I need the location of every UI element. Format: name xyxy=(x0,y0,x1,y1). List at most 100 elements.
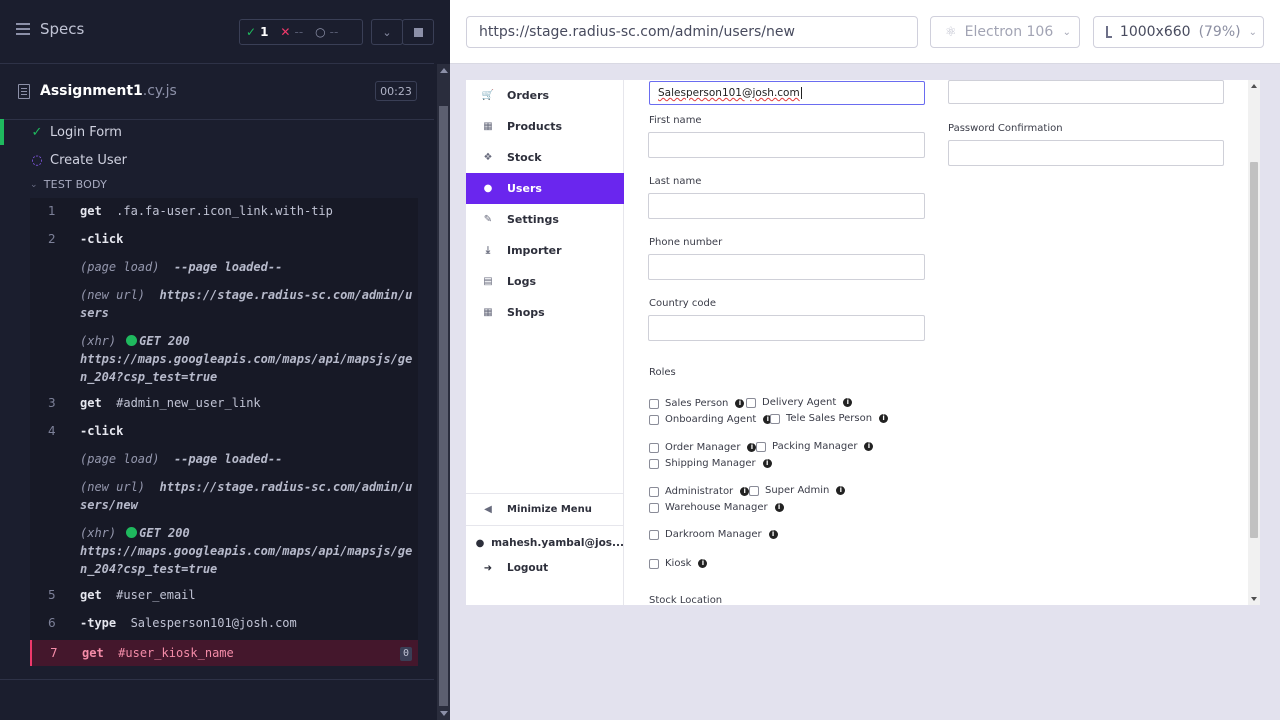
spec-file-name[interactable]: Assignment1.cy.js xyxy=(18,83,177,99)
minimize-menu-button[interactable]: ◀ Minimize Menu xyxy=(466,494,624,526)
role-checkbox-administrator[interactable]: Administrator i xyxy=(649,486,750,497)
info-icon: i xyxy=(768,530,778,539)
viewport-info[interactable]: 1000x660 (79%) ⌄ xyxy=(1093,16,1264,48)
command-row[interactable]: 4 -click xyxy=(30,422,418,442)
stop-icon xyxy=(413,27,423,37)
command-row-event[interactable]: (page load) --page loaded-- xyxy=(30,258,418,278)
user-icon: ● xyxy=(475,537,485,549)
sidebar-item-settings[interactable]: ✎ Settings xyxy=(466,204,624,235)
collapse-button[interactable]: ⌄ xyxy=(371,19,403,45)
url-bar[interactable]: https://stage.radius-sc.com/admin/users/… xyxy=(466,16,918,48)
sidebar-item-products[interactable]: ▦ Products xyxy=(466,111,624,142)
role-checkbox-super-admin[interactable]: Super Admin i xyxy=(749,485,846,496)
role-checkbox-packing-manager[interactable]: Packing Manager i xyxy=(756,441,874,452)
password-confirmation-label: Password Confirmation xyxy=(948,123,1063,134)
checkbox[interactable] xyxy=(746,397,756,408)
wrench-icon: ✎ xyxy=(483,214,493,225)
chevron-down-icon: ⌄ xyxy=(1248,26,1257,38)
command-row[interactable]: 3 get #admin_new_user_link xyxy=(30,394,418,414)
info-icon: i xyxy=(774,503,784,512)
info-icon: i xyxy=(864,442,874,451)
sidebar-item-shops[interactable]: ▦ Shops xyxy=(466,297,624,328)
grid-icon: ▦ xyxy=(483,121,493,132)
role-checkbox-sales-person[interactable]: Sales Person i xyxy=(649,398,745,409)
command-row[interactable]: 5 get #user_email xyxy=(30,586,418,606)
checkbox[interactable] xyxy=(649,502,659,513)
runner-header: Specs ✓ 1 ✕ -- ○ -- ⌄ xyxy=(0,0,434,64)
info-icon: i xyxy=(879,414,889,423)
role-checkbox-shipping-manager[interactable]: Shipping Manager i xyxy=(649,458,772,469)
command-row-event[interactable]: (new url) https://stage.radius-sc.com/ad… xyxy=(30,286,418,324)
checkbox[interactable] xyxy=(649,458,659,469)
logout-link[interactable]: ➜ Logout xyxy=(466,560,624,576)
new-user-form: Salesperson101@josh.com First name Passw… xyxy=(624,80,1244,605)
test-create-user[interactable]: ◌ Create User xyxy=(0,147,434,173)
first-name-field[interactable] xyxy=(648,132,925,158)
sidebar-item-stock[interactable]: ❖ Stock xyxy=(466,142,624,173)
info-icon: i xyxy=(836,486,846,495)
scroll-thumb[interactable] xyxy=(1250,162,1258,538)
checkbox[interactable] xyxy=(649,442,659,453)
role-checkbox-tele-sales-person[interactable]: Tele Sales Person i xyxy=(770,413,889,424)
checkbox[interactable] xyxy=(649,414,659,425)
role-checkbox-delivery-agent[interactable]: Delivery Agent i xyxy=(746,397,853,408)
electron-icon: ⚛ xyxy=(945,24,957,40)
admin-sidebar: 🛒 Orders ▦ Products ❖ Stock ● Users ✎ Setting… xyxy=(466,80,624,605)
app-scrollbar[interactable] xyxy=(1248,80,1260,605)
checkbox[interactable] xyxy=(649,529,659,540)
browser-selector[interactable]: ⚛ Electron 106 ⌄ xyxy=(930,16,1080,48)
account-link[interactable]: ● mahesh.yambal@jos... xyxy=(466,526,624,560)
chevron-down-icon: ⌄ xyxy=(30,179,38,190)
checkbox[interactable] xyxy=(649,398,659,409)
specs-toggle[interactable]: Specs xyxy=(16,20,84,38)
command-row-xhr[interactable]: (xhr) GET 200 https://maps.googleapis.com… xyxy=(30,524,418,580)
cubes-icon: ❖ xyxy=(483,152,493,163)
role-checkbox-kiosk[interactable]: Kiosk i xyxy=(649,558,708,569)
checkbox[interactable] xyxy=(749,485,759,496)
email-field[interactable]: Salesperson101@josh.com xyxy=(649,81,925,105)
last-name-field[interactable] xyxy=(648,193,925,219)
checkbox[interactable] xyxy=(756,441,766,452)
test-login-form[interactable]: ✓ Login Form xyxy=(0,119,434,145)
password-confirmation-field[interactable] xyxy=(948,140,1224,166)
checkbox[interactable] xyxy=(770,413,780,424)
sidebar-item-users[interactable]: ● Users xyxy=(466,173,624,204)
sidebar-item-orders[interactable]: 🛒 Orders xyxy=(466,80,624,111)
info-icon: i xyxy=(762,459,772,468)
command-row-event[interactable]: (page load) --page loaded-- xyxy=(30,450,418,470)
scroll-down-icon[interactable] xyxy=(1251,597,1257,601)
checkbox[interactable] xyxy=(649,558,659,569)
stop-button[interactable] xyxy=(402,19,434,45)
command-row-xhr[interactable]: (xhr) GET 200 https://maps.googleapis.com… xyxy=(30,332,418,388)
role-checkbox-order-manager[interactable]: Order Manager i xyxy=(649,442,757,453)
test-body-header[interactable]: ⌄ TEST BODY xyxy=(30,178,107,191)
command-row[interactable]: 1 get .fa.fa-user.icon_link.with-tip xyxy=(30,202,418,222)
failed-count: ✕ -- xyxy=(280,25,304,39)
command-row[interactable]: 6 -type Salesperson101@josh.com xyxy=(30,614,418,634)
checkbox[interactable] xyxy=(649,486,659,497)
chevron-left-circle-icon: ◀ xyxy=(484,504,492,515)
password-field[interactable] xyxy=(948,80,1224,104)
command-row-event[interactable]: (new url) https://stage.radius-sc.com/ad… xyxy=(30,478,418,516)
passed-count: ✓ 1 xyxy=(246,25,269,39)
role-checkbox-darkroom-manager[interactable]: Darkroom Manager i xyxy=(649,529,778,540)
sidebar-item-importer[interactable]: ⤓ Importer xyxy=(466,235,624,266)
file-icon: ▤ xyxy=(483,276,493,287)
phone-number-field[interactable] xyxy=(648,254,925,280)
role-checkbox-warehouse-manager[interactable]: Warehouse Manager i xyxy=(649,502,784,513)
scroll-down-icon[interactable] xyxy=(440,711,448,716)
role-checkbox-onboarding-agent[interactable]: Onboarding Agent i xyxy=(649,414,773,425)
aut-header: https://stage.radius-sc.com/admin/users/… xyxy=(450,0,1280,64)
scroll-thumb[interactable] xyxy=(439,106,448,706)
sidebar-item-logs[interactable]: ▤ Logs xyxy=(466,266,624,297)
country-code-field[interactable] xyxy=(648,315,925,341)
command-row-failed[interactable]: 7 get #user_kiosk_name 0 xyxy=(30,640,418,666)
command-row[interactable]: 2 -click xyxy=(30,230,418,250)
scroll-up-icon[interactable] xyxy=(440,68,448,73)
roles-label: Roles xyxy=(649,367,676,378)
info-icon: i xyxy=(740,487,750,496)
first-name-label: First name xyxy=(649,115,702,126)
command-log-panel: Specs ✓ 1 ✕ -- ○ -- ⌄ Assignment1.cy.js … xyxy=(0,0,450,720)
scroll-up-icon[interactable] xyxy=(1251,84,1257,88)
runner-scrollbar[interactable] xyxy=(437,64,450,720)
